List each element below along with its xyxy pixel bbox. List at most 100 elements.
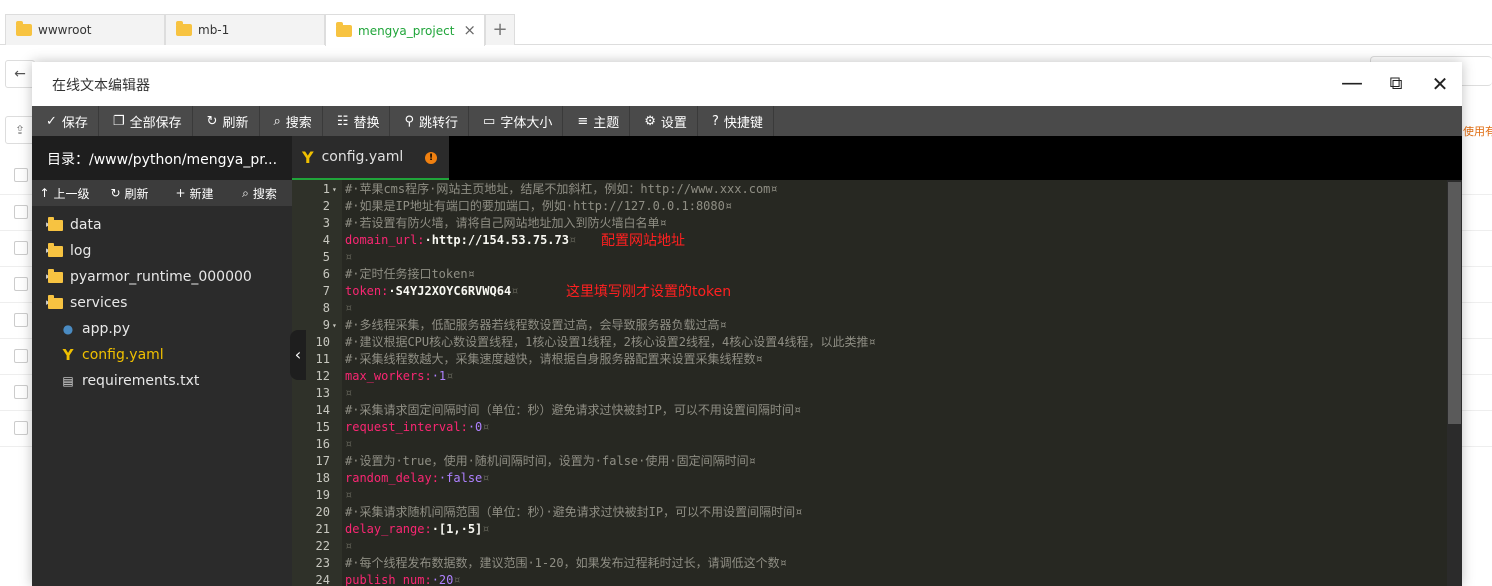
row-checkbox[interactable] <box>14 241 28 255</box>
vertical-scrollbar[interactable] <box>1447 180 1462 586</box>
toolbar-item-9[interactable]: ? 快捷键 <box>698 106 774 136</box>
minimize-button[interactable]: — <box>1337 70 1367 98</box>
expand-arrow-icon[interactable]: ▸ <box>32 246 51 256</box>
line-number: 20 <box>315 505 330 519</box>
help-icon: ? <box>711 113 719 129</box>
close-button[interactable]: ✕ <box>1425 70 1455 98</box>
fold-arrow-icon[interactable]: ▾ <box>332 317 337 334</box>
row-checkbox[interactable] <box>14 385 28 399</box>
back-button[interactable]: ← <box>5 60 35 88</box>
sidebar-toolbar: ↑ 上一级 ↻ 刷新 + 新建 ⌕ 搜索 <box>32 180 292 206</box>
toolbar-item-8[interactable]: ⚙ 设置 <box>630 106 698 136</box>
row-divider <box>0 266 32 267</box>
tab-mengya-project[interactable]: mengya_project × <box>325 14 485 46</box>
tree-item[interactable]: ▸ services <box>32 290 292 316</box>
tree-item[interactable]: ▸ pyarmor_runtime_000000 <box>32 264 292 290</box>
code-comment: #·建议根据CPU核心数设置线程，1核心设置1线程，2核心设置2线程，4核心设置… <box>345 335 876 349</box>
tab-mb-1[interactable]: mb-1 <box>165 14 325 45</box>
code-key-value: token:·S4YJ2XOYC6RVWQ64¤ <box>345 283 518 300</box>
yaml-key: publish_num: <box>345 573 432 586</box>
code-line: 13 ¤ <box>292 385 1447 402</box>
expand-arrow-icon[interactable]: ▸ <box>32 298 51 308</box>
row-checkbox[interactable] <box>14 277 28 291</box>
code-line: 9 ▾ #·多线程采集，低配服务器若线程数设置过高，会导致服务器负载过高¤ <box>292 317 1447 334</box>
code-line: 14 #·采集请求固定间隔时间（单位：秒）避免请求过快被封IP，可以不用设置间隔时… <box>292 402 1447 419</box>
code-comment: #·采集请求固定间隔时间（单位：秒）避免请求过快被封IP，可以不用设置间隔时间¤ <box>345 403 802 417</box>
file-sidebar: 目录：/www/python/mengya_pr... ↑ 上一级 ↻ 刷新 + 新建 ⌕ 搜… <box>32 136 292 586</box>
tab-config-yaml[interactable]: Y config.yaml ! <box>292 136 449 180</box>
expand-arrow-icon[interactable]: ▸ <box>32 272 51 282</box>
add-tab-button[interactable]: + <box>485 14 515 45</box>
tree-item[interactable]: ▸ data <box>32 212 292 238</box>
file-tree: ▸ data ▸ log ▸ pyarmor_runtime_000000 ▸ service… <box>32 212 292 394</box>
row-checkbox[interactable] <box>14 313 28 327</box>
fold-arrow-icon[interactable]: ▾ <box>332 181 337 198</box>
code-line: 4 domain_url:·http://154.53.75.73¤ <box>292 232 1447 249</box>
toolbar-item-1[interactable]: ❐ 全部保存 <box>99 106 193 136</box>
sidebar-tool-label: 刷新 <box>124 186 149 201</box>
code-comment: #·如果是IP地址有端口的要加端口，例如·http://127.0.0.1:80… <box>345 199 733 213</box>
yaml-value: ·20 <box>431 573 454 586</box>
tree-item[interactable]: ▸ log <box>32 238 292 264</box>
code-line: 19 ¤ <box>292 487 1447 504</box>
row-divider <box>1462 338 1492 339</box>
code-comment: #·苹果cms程序·网站主页地址，结尾不加斜杠，例如：http://www.xx… <box>345 182 778 196</box>
toolbar-item-2[interactable]: ↻ 刷新 <box>193 106 260 136</box>
toolbar-item-4[interactable]: ☷ 替换 <box>323 106 391 136</box>
code-line: 16 ¤ <box>292 436 1447 453</box>
code-blank: ¤ <box>345 250 353 264</box>
row-divider <box>0 230 32 231</box>
toolbar-label: 全部保存 <box>129 115 182 131</box>
code-area[interactable]: 1 ▾ #·苹果cms程序·网站主页地址，结尾不加斜杠，例如：http://www.… <box>292 180 1447 586</box>
select-all-checkbox[interactable] <box>14 168 28 182</box>
toolbar-item-5[interactable]: ⚲ 跳转行 <box>390 106 470 136</box>
line-end-marker: ¤ <box>482 522 490 536</box>
upload-icon: ⇪ <box>14 123 26 137</box>
editor-title-bar[interactable]: 在线文本编辑器 — ⧉ ✕ <box>32 62 1462 106</box>
row-divider <box>0 446 32 447</box>
sidebar-tool-1[interactable]: ↻ 刷新 <box>97 180 162 206</box>
sidebar-tool-icon: ⌕ <box>242 185 249 200</box>
sidebar-tool-0[interactable]: ↑ 上一级 <box>32 180 97 206</box>
folder-icon <box>336 21 352 37</box>
row-checkbox[interactable] <box>14 205 28 219</box>
close-icon[interactable]: × <box>463 21 476 39</box>
sidebar-tool-3[interactable]: ⌕ 搜索 <box>227 180 292 206</box>
row-checkbox[interactable] <box>14 349 28 363</box>
toolbar-label: 字体大小 <box>500 115 553 131</box>
code-key-value: delay_range:·[1,·5]¤ <box>345 521 490 538</box>
toolbar-item-0[interactable]: ✓ 保存 <box>32 106 99 136</box>
line-end-marker: ¤ <box>482 420 490 434</box>
code-line: 10 #·建议根据CPU核心数设置线程，1核心设置1线程，2核心设置2线程，4核心… <box>292 334 1447 351</box>
code-line: 3 #·若设置有防火墙，请将自己网站地址加入到防火墙白名单¤ <box>292 215 1447 232</box>
code-line: 15 request_interval:·0¤ <box>292 419 1447 436</box>
tree-item[interactable]: ● app.py <box>32 316 292 342</box>
row-divider <box>1462 266 1492 267</box>
sidebar-tool-label: 搜索 <box>252 186 277 201</box>
line-number: 8 <box>322 301 330 315</box>
line-number: 24 <box>315 573 330 586</box>
code-line: 1 ▾ #·苹果cms程序·网站主页地址，结尾不加斜杠，例如：http://www.… <box>292 181 1447 198</box>
toolbar-item-6[interactable]: ▭ 字体大小 <box>469 106 564 136</box>
tree-item-label: log <box>70 243 92 259</box>
row-divider <box>1462 446 1492 447</box>
tab-wwwroot[interactable]: wwwroot <box>5 14 165 45</box>
row-checkbox[interactable] <box>14 421 28 435</box>
sidebar-tool-2[interactable]: + 新建 <box>162 180 227 206</box>
tree-item[interactable]: Yconfig.yaml <box>32 342 292 368</box>
code-blank: ¤ <box>345 437 353 451</box>
tree-item-label: app.py <box>82 321 130 337</box>
line-number: 15 <box>315 420 330 434</box>
editor-title: 在线文本编辑器 <box>52 78 150 94</box>
collapse-sidebar-button[interactable]: ‹ <box>290 330 306 380</box>
maximize-button[interactable]: ⧉ <box>1381 70 1411 98</box>
toolbar-item-7[interactable]: ≡ 主题 <box>563 106 631 136</box>
expand-arrow-icon[interactable]: ▸ <box>32 220 51 230</box>
scrollbar-thumb[interactable] <box>1448 182 1461 424</box>
toolbar-item-3[interactable]: ⌕ 搜索 <box>260 106 323 136</box>
upload-button[interactable]: ⇪ <box>5 116 35 144</box>
code-line: 2 #·如果是IP地址有端口的要加端口，例如·http://127.0.0.1:8… <box>292 198 1447 215</box>
row-divider <box>1462 374 1492 375</box>
line-number: 1 <box>322 182 330 196</box>
tree-item[interactable]: ▤ requirements.txt <box>32 368 292 394</box>
